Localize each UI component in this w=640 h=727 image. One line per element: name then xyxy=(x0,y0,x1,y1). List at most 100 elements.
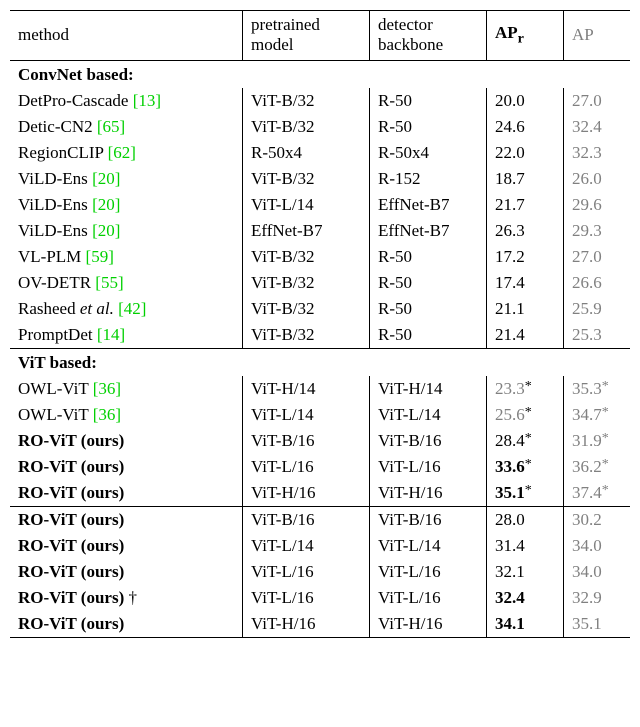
pretrained-cell: ViT-B/16 xyxy=(243,428,370,454)
table-row: OV-DETR [55]ViT-B/32R-5017.426.6 xyxy=(10,270,630,296)
ap-cell: 32.3 xyxy=(564,140,631,166)
ap-cell: 26.0 xyxy=(564,166,631,192)
pretrained-cell: R-50x4 xyxy=(243,140,370,166)
table-row: ViLD-Ens [20]ViT-L/14EffNet-B721.729.6 xyxy=(10,192,630,218)
apr-cell: 18.7 xyxy=(487,166,564,192)
col-ap: AP xyxy=(564,11,631,61)
table-row: RO-ViT (ours) †ViT-L/16ViT-L/1632.432.9 xyxy=(10,585,630,611)
ap-cell: 27.0 xyxy=(564,88,631,114)
col-method: method xyxy=(10,11,243,61)
pretrained-cell: ViT-L/16 xyxy=(243,454,370,480)
ap-cell: 35.1 xyxy=(564,611,631,638)
ap-cell: 35.3* xyxy=(564,376,631,402)
table-row: PromptDet [14]ViT-B/32R-5021.425.3 xyxy=(10,322,630,349)
pretrained-cell: ViT-B/32 xyxy=(243,114,370,140)
citation[interactable]: [20] xyxy=(92,221,120,240)
citation[interactable]: [59] xyxy=(86,247,114,266)
citation[interactable]: [55] xyxy=(95,273,123,292)
apr-cell: 26.3 xyxy=(487,218,564,244)
citation[interactable]: [20] xyxy=(92,195,120,214)
apr-cell: 21.1 xyxy=(487,296,564,322)
citation[interactable]: [20] xyxy=(92,169,120,188)
ap-cell: 34.7* xyxy=(564,402,631,428)
backbone-cell: ViT-H/16 xyxy=(370,480,487,507)
method-cell: DetPro-Cascade [13] xyxy=(10,88,243,114)
ap-cell: 25.9 xyxy=(564,296,631,322)
backbone-cell: ViT-L/14 xyxy=(370,533,487,559)
backbone-cell: ViT-L/16 xyxy=(370,454,487,480)
method-cell: RO-ViT (ours) xyxy=(10,559,243,585)
citation[interactable]: [36] xyxy=(93,379,121,398)
backbone-cell: ViT-B/16 xyxy=(370,506,487,533)
backbone-cell: R-152 xyxy=(370,166,487,192)
apr-cell: 34.1 xyxy=(487,611,564,638)
pretrained-cell: ViT-B/32 xyxy=(243,166,370,192)
ap-cell: 34.0 xyxy=(564,559,631,585)
pretrained-cell: ViT-B/32 xyxy=(243,296,370,322)
table-row: RO-ViT (ours)ViT-H/16ViT-H/1635.1*37.4* xyxy=(10,480,630,507)
ap-cell: 26.6 xyxy=(564,270,631,296)
pretrained-cell: ViT-H/14 xyxy=(243,376,370,402)
pretrained-cell: ViT-H/16 xyxy=(243,480,370,507)
citation[interactable]: [42] xyxy=(118,299,146,318)
table-row: OWL-ViT [36]ViT-L/14ViT-L/1425.6*34.7* xyxy=(10,402,630,428)
backbone-cell: ViT-B/16 xyxy=(370,428,487,454)
apr-cell: 28.0 xyxy=(487,506,564,533)
citation[interactable]: [65] xyxy=(97,117,125,136)
apr-cell: 25.6* xyxy=(487,402,564,428)
citation[interactable]: [13] xyxy=(133,91,161,110)
apr-cell: 21.7 xyxy=(487,192,564,218)
table-row: VL-PLM [59]ViT-B/32R-5017.227.0 xyxy=(10,244,630,270)
backbone-cell: R-50 xyxy=(370,88,487,114)
table-row: RO-ViT (ours)ViT-L/14ViT-L/1431.434.0 xyxy=(10,533,630,559)
method-cell: ViLD-Ens [20] xyxy=(10,192,243,218)
pretrained-cell: EffNet-B7 xyxy=(243,218,370,244)
apr-cell: 33.6* xyxy=(487,454,564,480)
backbone-cell: ViT-H/14 xyxy=(370,376,487,402)
pretrained-cell: ViT-H/16 xyxy=(243,611,370,638)
pretrained-cell: ViT-B/16 xyxy=(243,506,370,533)
pretrained-cell: ViT-B/32 xyxy=(243,270,370,296)
citation[interactable]: [14] xyxy=(97,325,125,344)
apr-cell: 35.1* xyxy=(487,480,564,507)
apr-cell: 21.4 xyxy=(487,322,564,349)
apr-cell: 20.0 xyxy=(487,88,564,114)
backbone-cell: R-50 xyxy=(370,244,487,270)
method-cell: Detic-CN2 [65] xyxy=(10,114,243,140)
ap-cell: 34.0 xyxy=(564,533,631,559)
apr-cell: 22.0 xyxy=(487,140,564,166)
apr-cell: 24.6 xyxy=(487,114,564,140)
table-row: RO-ViT (ours)ViT-B/16ViT-B/1628.4*31.9* xyxy=(10,428,630,454)
pretrained-cell: ViT-B/32 xyxy=(243,88,370,114)
ap-cell: 30.2 xyxy=(564,506,631,533)
backbone-cell: R-50 xyxy=(370,296,487,322)
ap-cell: 25.3 xyxy=(564,322,631,349)
apr-cell: 32.1 xyxy=(487,559,564,585)
table-row: ViLD-Ens [20]ViT-B/32R-15218.726.0 xyxy=(10,166,630,192)
backbone-cell: ViT-H/16 xyxy=(370,611,487,638)
pretrained-cell: ViT-L/14 xyxy=(243,533,370,559)
ap-cell: 36.2* xyxy=(564,454,631,480)
results-table: method pretrained model detector backbon… xyxy=(10,10,630,638)
apr-cell: 32.4 xyxy=(487,585,564,611)
pretrained-cell: ViT-L/14 xyxy=(243,402,370,428)
method-cell: OV-DETR [55] xyxy=(10,270,243,296)
method-cell: RO-ViT (ours) xyxy=(10,454,243,480)
table-row: RO-ViT (ours)ViT-B/16ViT-B/1628.030.2 xyxy=(10,506,630,533)
table-row: Rasheed et al. [42]ViT-B/32R-5021.125.9 xyxy=(10,296,630,322)
table-row: Detic-CN2 [65]ViT-B/32R-5024.632.4 xyxy=(10,114,630,140)
ap-cell: 27.0 xyxy=(564,244,631,270)
col-pretrained: pretrained model xyxy=(243,11,370,61)
method-cell: RO-ViT (ours) † xyxy=(10,585,243,611)
method-cell: Rasheed et al. [42] xyxy=(10,296,243,322)
citation[interactable]: [62] xyxy=(108,143,136,162)
backbone-cell: ViT-L/14 xyxy=(370,402,487,428)
backbone-cell: ViT-L/16 xyxy=(370,559,487,585)
ap-cell: 37.4* xyxy=(564,480,631,507)
table-row: RO-ViT (ours)ViT-L/16ViT-L/1632.134.0 xyxy=(10,559,630,585)
col-apr: APr xyxy=(487,11,564,61)
ap-cell: 32.4 xyxy=(564,114,631,140)
table-row: ViLD-Ens [20]EffNet-B7EffNet-B726.329.3 xyxy=(10,218,630,244)
backbone-cell: R-50x4 xyxy=(370,140,487,166)
citation[interactable]: [36] xyxy=(93,405,121,424)
